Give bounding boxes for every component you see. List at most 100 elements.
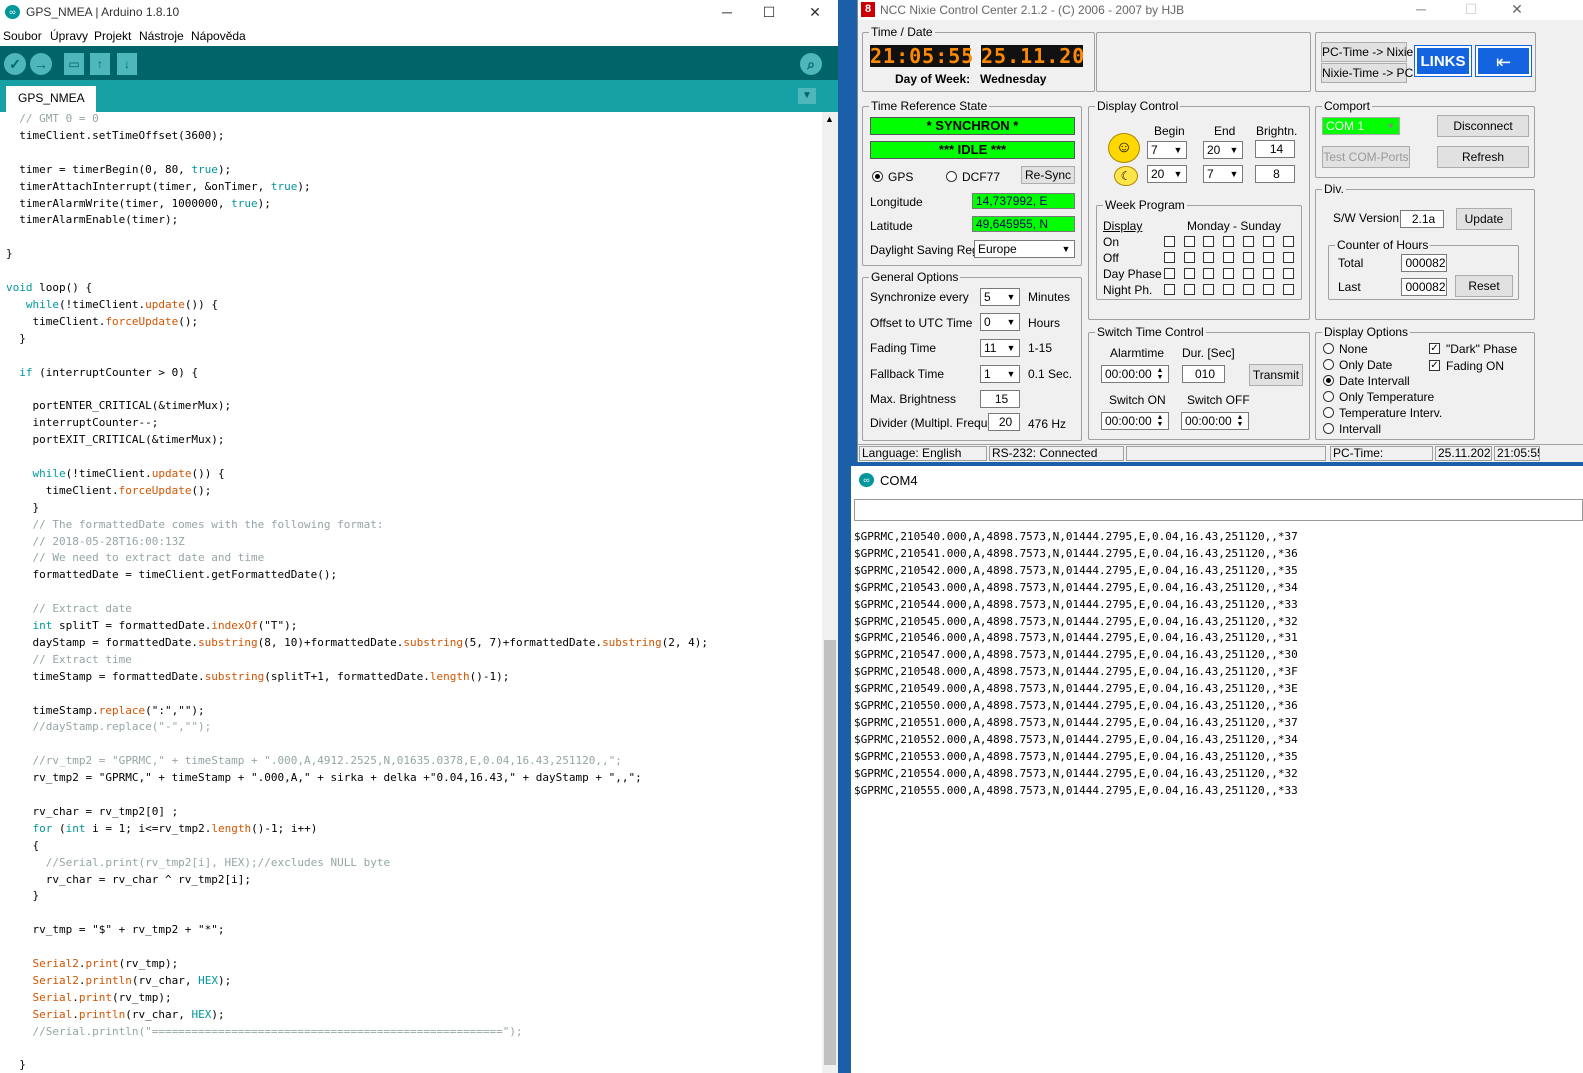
alarmtime-field[interactable]: 00:00:00 ▲ ▼ (1101, 365, 1169, 383)
max-brightness-field[interactable]: 15 (980, 390, 1020, 408)
day-begin-select[interactable]: 7 ▼ (1147, 141, 1187, 159)
new-icon[interactable]: ▭ (64, 53, 84, 75)
week-day-checkbox[interactable] (1243, 252, 1254, 263)
close-button[interactable]: ✕ (792, 0, 838, 24)
utc-label: Offset to UTC Time (870, 316, 973, 330)
fallback-select[interactable]: 1 ▼ (980, 365, 1020, 383)
display-option-radio[interactable] (1323, 423, 1334, 434)
upload-icon[interactable]: → (30, 53, 52, 75)
code-editor[interactable]: // GMT 0 = 0 timeClient.setTimeOffset(36… (0, 112, 822, 1073)
display-option-radio[interactable] (1323, 359, 1334, 370)
night-brightness-field[interactable]: 8 (1255, 165, 1295, 183)
scroll-up-icon[interactable]: ▲ (825, 114, 834, 124)
fallback-unit: 0.1 Sec. (1028, 367, 1073, 381)
display-option-radio[interactable] (1323, 407, 1334, 418)
week-day-checkbox[interactable] (1263, 252, 1274, 263)
week-day-checkbox[interactable] (1164, 236, 1175, 247)
code-line: // Extract time (6, 652, 132, 666)
nixie-to-pc-button[interactable]: Nixie-Time -> PC (1321, 63, 1413, 83)
code-line: timerAlarmEnable(timer); (6, 213, 179, 227)
night-begin-select[interactable]: 20 ▼ (1147, 165, 1187, 183)
resync-button[interactable]: Re-Sync (1021, 166, 1075, 184)
week-day-checkbox[interactable] (1243, 236, 1254, 247)
utc-value: 0 (984, 315, 991, 329)
utc-select[interactable]: 0 ▼ (980, 313, 1020, 331)
nixie-date-display: 25.11.20 (981, 44, 1086, 68)
week-day-checkbox[interactable] (1184, 268, 1195, 279)
week-day-checkbox[interactable] (1263, 236, 1274, 247)
week-day-checkbox[interactable] (1203, 236, 1214, 247)
week-day-checkbox[interactable] (1283, 252, 1294, 263)
week-day-checkbox[interactable] (1283, 284, 1294, 295)
maximize-button[interactable]: ☐ (746, 0, 792, 24)
spinner-icon[interactable]: ▲ ▼ (1153, 367, 1167, 381)
ncc-close-button[interactable]: ✕ (1494, 0, 1540, 20)
code-scroll-thumb[interactable] (824, 640, 836, 1065)
serial-monitor-icon[interactable]: ⌕ (800, 53, 822, 75)
ncc-minimize-button[interactable]: ─ (1398, 0, 1444, 20)
serial-send-input[interactable] (854, 499, 1583, 521)
update-button[interactable]: Update (1456, 208, 1512, 230)
duration-field[interactable]: 010 (1182, 365, 1225, 383)
week-day-checkbox[interactable] (1283, 236, 1294, 247)
week-day-checkbox[interactable] (1203, 268, 1214, 279)
week-day-checkbox[interactable] (1223, 268, 1234, 279)
tab-menu-icon[interactable]: ▼ (798, 88, 816, 104)
day-end-select[interactable]: 20 ▼ (1203, 141, 1243, 159)
display-option-radio[interactable] (1323, 343, 1334, 354)
transmit-button[interactable]: Transmit (1249, 364, 1303, 386)
spinner-icon[interactable]: ▲ ▼ (1153, 414, 1167, 428)
display-option-radio[interactable] (1323, 391, 1334, 402)
dark-phase-checkbox[interactable]: ✓ (1429, 343, 1440, 354)
day-brightness-field[interactable]: 14 (1255, 140, 1295, 158)
divider-field[interactable]: 20 (988, 413, 1020, 431)
week-day-checkbox[interactable] (1164, 268, 1175, 279)
week-day-checkbox[interactable] (1184, 236, 1195, 247)
serial-output-line: $GPRMC,210551.000,A,4898.7573,N,01444.27… (854, 715, 1298, 729)
menu-soubor[interactable]: Soubor (3, 27, 42, 45)
night-end-select[interactable]: 7 ▼ (1203, 165, 1243, 183)
menu-nastroje[interactable]: Nástroje (139, 27, 184, 45)
dcf77-radio[interactable] (946, 171, 957, 182)
switch-on-field[interactable]: 00:00:00 ▲ ▼ (1101, 412, 1169, 430)
display-option-radio[interactable] (1323, 375, 1334, 386)
verify-icon[interactable]: ✓ (4, 53, 26, 75)
menu-upravy[interactable]: Úpravy (50, 27, 88, 45)
week-day-checkbox[interactable] (1263, 284, 1274, 295)
refresh-button[interactable]: Refresh (1437, 146, 1529, 168)
exit-icon[interactable]: ⇤ (1475, 45, 1532, 77)
save-icon[interactable]: ↓ (117, 53, 137, 75)
week-day-checkbox[interactable] (1184, 284, 1195, 295)
gps-radio[interactable] (872, 171, 883, 182)
week-day-checkbox[interactable] (1223, 236, 1234, 247)
week-day-checkbox[interactable] (1223, 252, 1234, 263)
fading-on-checkbox[interactable]: ✓ (1429, 360, 1440, 371)
arduino-logo-icon: ∞ (5, 5, 20, 19)
tab-gps-nmea[interactable]: GPS_NMEA (6, 86, 96, 112)
week-day-checkbox[interactable] (1243, 284, 1254, 295)
links-button[interactable]: LINKS (1414, 45, 1472, 77)
week-day-checkbox[interactable] (1164, 284, 1175, 295)
switch-off-field[interactable]: 00:00:00 ▲ ▼ (1181, 412, 1249, 430)
menu-projekt[interactable]: Projekt (94, 27, 131, 45)
reset-button[interactable]: Reset (1455, 275, 1513, 297)
sync-select[interactable]: 5 ▼ (980, 288, 1020, 306)
spinner-icon[interactable]: ▲ ▼ (1233, 414, 1247, 428)
week-day-checkbox[interactable] (1203, 284, 1214, 295)
week-day-checkbox[interactable] (1203, 252, 1214, 263)
disconnect-button[interactable]: Disconnect (1437, 115, 1529, 137)
dst-select[interactable]: Europe ▼ (974, 240, 1075, 258)
week-day-checkbox[interactable] (1243, 268, 1254, 279)
pc-to-nixie-button[interactable]: PC-Time -> Nixie (1321, 42, 1413, 62)
week-day-checkbox[interactable] (1184, 252, 1195, 263)
fade-select[interactable]: 11 ▼ (980, 339, 1020, 357)
week-day-checkbox[interactable] (1263, 268, 1274, 279)
menu-napoveda[interactable]: Nápověda (191, 27, 246, 45)
code-line: formattedDate = timeClient.getFormattedD… (6, 568, 338, 582)
total-field: 000082 (1401, 254, 1447, 272)
week-day-checkbox[interactable] (1223, 284, 1234, 295)
week-day-checkbox[interactable] (1283, 268, 1294, 279)
open-icon[interactable]: ↑ (90, 53, 110, 75)
minimize-button[interactable]: ─ (704, 0, 750, 24)
week-day-checkbox[interactable] (1164, 252, 1175, 263)
